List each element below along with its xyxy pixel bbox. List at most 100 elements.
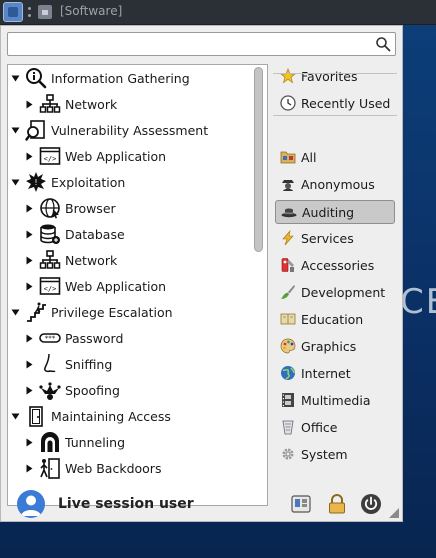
expand-right-icon [26, 256, 32, 264]
category-label: All [301, 149, 317, 165]
tree-subcategory[interactable]: Sniffing [22, 351, 112, 377]
category-label: System [301, 446, 348, 462]
category-item[interactable]: Favorites [275, 64, 395, 88]
user-avatar-icon[interactable] [17, 490, 45, 518]
tree-subcategory[interactable]: Spoofing [22, 377, 120, 403]
hat-icon [280, 203, 298, 221]
category-separator [273, 115, 397, 116]
category-item[interactable]: Services [275, 226, 395, 250]
category-item[interactable]: Auditing [275, 200, 395, 224]
search-icon[interactable] [375, 36, 391, 52]
category-label: Development [301, 284, 386, 300]
expander-toggle[interactable] [22, 227, 36, 241]
expander-toggle[interactable] [8, 409, 22, 423]
panel-grip-icon[interactable] [28, 5, 31, 19]
category-item[interactable]: All [275, 145, 395, 169]
tree-subcategory[interactable]: </> Web Application [22, 143, 166, 169]
tree-subcategory[interactable]: Database [22, 221, 125, 247]
backdoor-icon [38, 456, 62, 480]
expander-toggle[interactable] [22, 383, 36, 397]
svg-text:</>: </> [44, 155, 57, 163]
expand-down-icon [11, 75, 19, 81]
expand-right-icon [26, 464, 32, 472]
expand-right-icon [26, 334, 32, 342]
expander-toggle[interactable] [22, 149, 36, 163]
network-icon [38, 92, 62, 116]
expand-down-icon [11, 309, 19, 315]
web-code-icon: </> [38, 144, 62, 168]
expander-toggle[interactable] [8, 305, 22, 319]
application-menu: Web Backdoors Tunneling Maintaining Access… [0, 25, 403, 522]
tree-item-label: Web Application [65, 148, 167, 164]
tree-item-label: Network [65, 96, 118, 112]
tree-subcategory[interactable]: Network [22, 91, 117, 117]
database-icon [38, 222, 62, 246]
tree-category[interactable]: ! Exploitation [8, 169, 125, 195]
expand-right-icon [26, 230, 32, 238]
resize-grip-icon[interactable] [389, 508, 399, 518]
category-label: Favorites [301, 68, 358, 84]
switch-user-icon[interactable] [290, 493, 312, 515]
expand-right-icon [26, 204, 32, 212]
expander-toggle[interactable] [22, 253, 36, 267]
search-input[interactable] [7, 32, 396, 56]
application-tree[interactable]: Web Backdoors Tunneling Maintaining Access… [7, 64, 268, 506]
tree-scrollbar[interactable] [254, 67, 263, 503]
category-item[interactable]: Multimedia [275, 388, 395, 412]
lock-screen-icon[interactable] [326, 493, 348, 515]
expander-toggle[interactable] [22, 357, 36, 371]
tree-subcategory[interactable]: Network [22, 247, 117, 273]
expander-toggle[interactable] [22, 279, 36, 293]
tree-subcategory[interactable]: Browser [22, 195, 116, 221]
magnify-document-icon [24, 118, 48, 142]
brush-icon [279, 283, 297, 301]
applications-menu-button[interactable] [3, 2, 23, 22]
star-icon [279, 67, 297, 85]
jester-icon [38, 378, 62, 402]
password-icon: *** [38, 326, 62, 350]
category-item[interactable]: Education [275, 307, 395, 331]
category-item[interactable]: Recently Used [275, 91, 395, 115]
window-task-icon[interactable] [38, 5, 52, 19]
category-item[interactable]: Office [275, 415, 395, 439]
tree-subcategory[interactable]: </> Web Application [22, 273, 166, 299]
education-icon [279, 310, 297, 328]
tree-item-label: Spoofing [65, 382, 120, 398]
category-label: Education [301, 311, 364, 327]
tree-category[interactable]: Privilege Escalation [8, 299, 173, 325]
category-label: Multimedia [301, 392, 371, 408]
system-gear-icon [279, 445, 297, 463]
expander-toggle[interactable] [8, 175, 22, 189]
scrollbar-thumb[interactable] [254, 67, 263, 252]
expander-toggle[interactable] [22, 331, 36, 345]
category-item[interactable]: Graphics [275, 334, 395, 358]
expand-right-icon [26, 100, 32, 108]
category-item[interactable]: Accessories [275, 253, 395, 277]
power-icon[interactable] [360, 493, 382, 515]
expander-toggle[interactable] [22, 201, 36, 215]
lightning-icon [279, 229, 297, 247]
folder-icon [279, 148, 297, 166]
taskbar-window-title[interactable]: [Software] [60, 4, 122, 18]
expander-toggle[interactable] [8, 71, 22, 85]
expander-toggle[interactable] [22, 461, 36, 475]
category-item[interactable]: Anonymous [275, 172, 395, 196]
expander-toggle[interactable] [22, 435, 36, 449]
desktop-wallpaper-text: CE [400, 282, 436, 322]
category-item[interactable]: Development [275, 280, 395, 304]
tree-subcategory[interactable]: Tunneling [22, 429, 125, 455]
tree-category[interactable]: Maintaining Access [8, 403, 171, 429]
expander-toggle[interactable] [8, 123, 22, 137]
category-item[interactable]: System [275, 442, 395, 466]
category-label: Internet [301, 365, 351, 381]
door-icon [24, 404, 48, 428]
category-label: Recently Used [301, 95, 391, 111]
category-item[interactable]: Internet [275, 361, 395, 385]
tree-subcategory[interactable]: Web Backdoors [22, 455, 161, 481]
tree-category[interactable]: Vulnerability Assessment [8, 117, 208, 143]
tree-item-label: Privilege Escalation [51, 304, 173, 320]
expander-toggle[interactable] [22, 97, 36, 111]
tree-subcategory[interactable]: *** Password [22, 325, 123, 351]
expand-right-icon [26, 152, 32, 160]
tree-category[interactable]: Information Gathering [8, 65, 190, 91]
